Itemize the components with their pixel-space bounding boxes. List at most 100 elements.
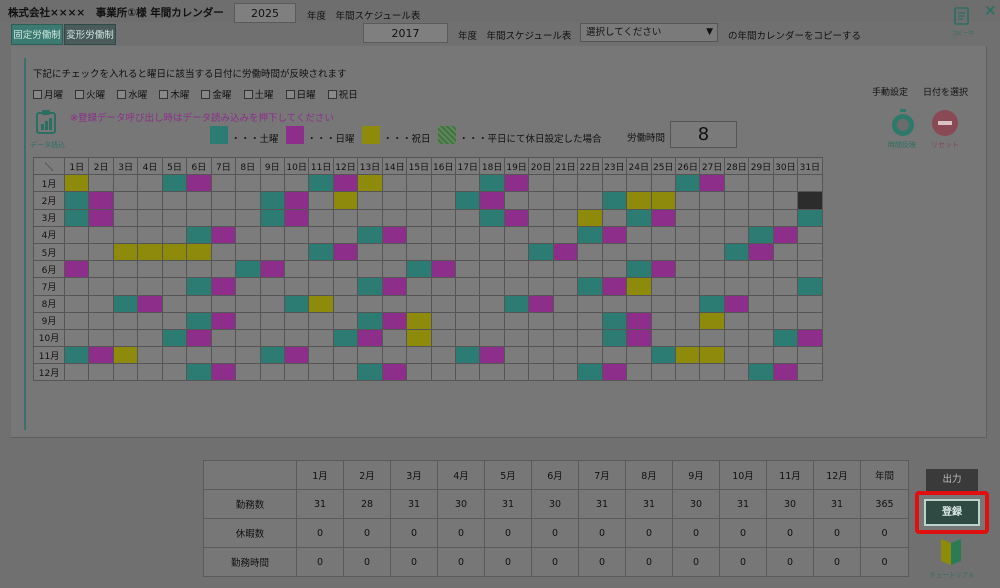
- day-cell[interactable]: [332, 294, 359, 313]
- day-cell[interactable]: [577, 174, 603, 193]
- check-wed[interactable]: 水曜: [117, 87, 147, 101]
- day-cell[interactable]: [626, 328, 652, 348]
- day-cell[interactable]: [161, 294, 188, 313]
- day-cell[interactable]: [186, 363, 212, 382]
- day-cell[interactable]: [503, 242, 530, 262]
- day-cell[interactable]: [723, 260, 750, 279]
- day-cell[interactable]: [283, 225, 310, 244]
- day-cell[interactable]: [503, 260, 530, 279]
- day-cell[interactable]: [283, 208, 310, 227]
- day-cell[interactable]: [479, 260, 505, 279]
- day-cell[interactable]: [137, 242, 163, 262]
- day-cell[interactable]: [112, 242, 139, 262]
- day-cell[interactable]: [63, 208, 90, 227]
- day-cell[interactable]: [259, 260, 285, 279]
- year-input[interactable]: 2025: [234, 3, 296, 23]
- day-cell[interactable]: [626, 174, 652, 193]
- day-cell[interactable]: [723, 311, 750, 330]
- day-cell[interactable]: [723, 277, 750, 296]
- day-cell[interactable]: [186, 208, 212, 227]
- day-cell[interactable]: [674, 294, 701, 313]
- day-cell[interactable]: [454, 260, 481, 279]
- check-holiday[interactable]: 祝日: [327, 87, 358, 101]
- day-cell[interactable]: [210, 191, 237, 210]
- day-cell[interactable]: [430, 328, 457, 348]
- day-cell[interactable]: [528, 242, 554, 262]
- day-cell[interactable]: [577, 328, 603, 348]
- day-cell[interactable]: [406, 328, 432, 348]
- day-cell[interactable]: [601, 225, 628, 244]
- day-cell[interactable]: [210, 363, 237, 382]
- day-cell[interactable]: [479, 363, 505, 382]
- day-cell[interactable]: [381, 346, 408, 365]
- day-cell[interactable]: [235, 208, 261, 227]
- day-cell[interactable]: [63, 311, 90, 330]
- day-cell[interactable]: [699, 174, 725, 193]
- day-cell[interactable]: [650, 277, 676, 296]
- day-cell[interactable]: [161, 208, 188, 227]
- day-cell[interactable]: [674, 191, 701, 210]
- day-cell[interactable]: [723, 174, 750, 193]
- day-cell[interactable]: [552, 191, 579, 210]
- day-cell[interactable]: [63, 346, 90, 365]
- day-cell[interactable]: [112, 225, 139, 244]
- day-cell[interactable]: [137, 294, 163, 313]
- output-button[interactable]: 出力: [926, 469, 978, 491]
- day-cell[interactable]: [577, 242, 603, 262]
- day-cell[interactable]: [186, 242, 212, 262]
- day-cell[interactable]: [235, 174, 261, 193]
- day-cell[interactable]: [674, 174, 701, 193]
- day-cell[interactable]: [723, 346, 750, 365]
- tab-variable-work[interactable]: 変形労働制: [64, 24, 116, 45]
- day-cell[interactable]: [430, 311, 457, 330]
- day-cell[interactable]: [797, 174, 823, 193]
- day-cell[interactable]: [772, 260, 799, 279]
- day-cell[interactable]: [797, 346, 823, 365]
- day-cell[interactable]: [528, 346, 554, 365]
- day-cell[interactable]: [650, 191, 676, 210]
- day-cell[interactable]: [381, 363, 408, 382]
- day-cell[interactable]: [381, 191, 408, 210]
- day-cell[interactable]: [235, 225, 261, 244]
- day-cell[interactable]: [186, 294, 212, 313]
- day-cell[interactable]: [63, 225, 90, 244]
- day-cell[interactable]: [210, 277, 237, 296]
- day-cell[interactable]: [650, 208, 676, 227]
- day-cell[interactable]: [308, 208, 334, 227]
- day-cell[interactable]: [406, 277, 432, 296]
- day-cell[interactable]: [283, 363, 310, 382]
- day-cell[interactable]: [308, 277, 334, 296]
- day-cell[interactable]: [601, 328, 628, 348]
- day-cell[interactable]: [259, 346, 285, 365]
- day-cell[interactable]: [210, 311, 237, 330]
- day-cell[interactable]: [112, 191, 139, 210]
- day-cell[interactable]: [332, 277, 359, 296]
- day-cell[interactable]: [454, 191, 481, 210]
- day-cell[interactable]: [503, 191, 530, 210]
- day-cell[interactable]: [88, 208, 114, 227]
- day-cell[interactable]: [210, 346, 237, 365]
- day-cell[interactable]: [161, 277, 188, 296]
- day-cell[interactable]: [283, 346, 310, 365]
- day-cell[interactable]: [748, 363, 774, 382]
- day-cell[interactable]: [650, 328, 676, 348]
- day-cell[interactable]: [112, 208, 139, 227]
- day-cell[interactable]: [626, 260, 652, 279]
- day-cell[interactable]: [63, 260, 90, 279]
- day-cell[interactable]: [552, 225, 579, 244]
- day-cell[interactable]: [699, 208, 725, 227]
- day-cell[interactable]: [332, 208, 359, 227]
- check-tue[interactable]: 火曜: [75, 87, 105, 101]
- day-cell[interactable]: [210, 208, 237, 227]
- day-cell[interactable]: [772, 208, 799, 227]
- day-cell[interactable]: [259, 294, 285, 313]
- day-cell[interactable]: [577, 260, 603, 279]
- day-cell[interactable]: [674, 363, 701, 382]
- day-cell[interactable]: [112, 294, 139, 313]
- day-cell[interactable]: [63, 363, 90, 382]
- day-cell[interactable]: [308, 242, 334, 262]
- day-cell[interactable]: [406, 363, 432, 382]
- day-cell[interactable]: [332, 225, 359, 244]
- day-cell[interactable]: [552, 346, 579, 365]
- day-cell[interactable]: [381, 242, 408, 262]
